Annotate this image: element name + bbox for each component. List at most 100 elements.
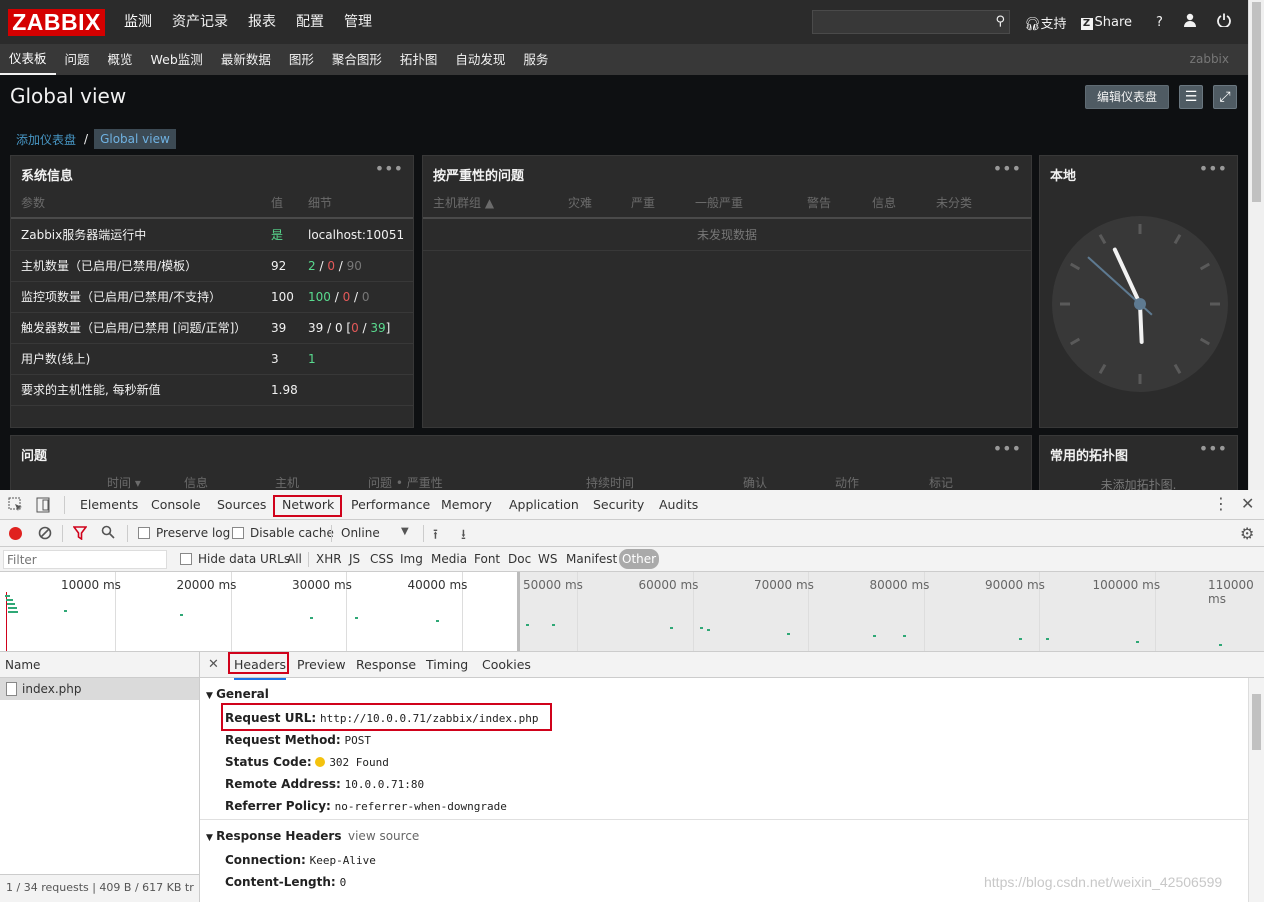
filter-type-js[interactable]: JS: [349, 552, 360, 566]
timeline-request-mark: [355, 617, 358, 619]
global-search-input[interactable]: ⚲: [812, 10, 1010, 34]
unsupported-count: 0: [361, 290, 370, 304]
throttle-select[interactable]: Online: [341, 526, 380, 540]
edit-dashboard-button[interactable]: 编辑仪表盘: [1085, 85, 1169, 109]
menu-reports[interactable]: 报表: [238, 0, 286, 44]
dropdown-arrow-icon[interactable]: ▼: [401, 526, 409, 537]
zabbix-logo[interactable]: ZABBIX: [8, 9, 105, 36]
inspect-element-icon[interactable]: [8, 497, 24, 516]
tab-console[interactable]: Console: [151, 490, 201, 520]
close-details-icon[interactable]: ✕: [208, 652, 219, 678]
scrollbar-thumb[interactable]: [1252, 2, 1261, 202]
fullscreen-icon[interactable]: ⤢: [1213, 85, 1237, 109]
enabled-count: 2: [308, 259, 316, 273]
name-column-header[interactable]: Name: [0, 652, 199, 678]
filter-type-font[interactable]: Font: [474, 552, 500, 566]
submenu-graphs[interactable]: 图形: [280, 44, 323, 75]
page-scrollbar[interactable]: [1248, 0, 1264, 490]
filter-type-ws[interactable]: WS: [538, 552, 557, 566]
filter-funnel-icon[interactable]: [72, 526, 88, 543]
request-name: index.php: [22, 682, 82, 696]
zabbix-frontend: ZABBIX 监测 资产记录 报表 配置 管理 ⚲ 🎧︎支持 Z Share ? …: [0, 0, 1248, 490]
tab-audits[interactable]: Audits: [659, 490, 698, 520]
tab-timing[interactable]: Timing: [426, 652, 468, 678]
help-link[interactable]: ?: [1156, 15, 1163, 30]
tab-security[interactable]: Security: [593, 490, 644, 520]
submenu-discovery[interactable]: 自动发现: [446, 44, 514, 75]
tab-application[interactable]: Application: [509, 490, 579, 520]
menu-hamburger-icon[interactable]: ☰: [1179, 85, 1203, 109]
view-source-link[interactable]: view source: [348, 829, 419, 843]
widget-options-icon[interactable]: •••: [1199, 439, 1227, 458]
general-section-toggle[interactable]: ▼ General: [206, 687, 269, 701]
response-headers-toggle[interactable]: ▼ Response Headers: [206, 829, 342, 843]
filter-type-manifest[interactable]: Manifest: [566, 552, 617, 566]
table-row: 要求的主机性能, 每秒新值 1.98: [11, 375, 413, 406]
share-link[interactable]: Z Share: [1080, 15, 1132, 30]
filter-type-all[interactable]: All: [287, 552, 302, 566]
more-options-icon[interactable]: ⋮: [1213, 496, 1229, 512]
timeline-range-handle[interactable]: [517, 572, 520, 651]
filter-type-xhr[interactable]: XHR: [316, 552, 342, 566]
details-scrollbar[interactable]: [1248, 678, 1264, 902]
problem-count: 0: [351, 321, 359, 335]
logout-icon[interactable]: [1217, 13, 1231, 31]
import-har-icon[interactable]: ⭱: [433, 524, 438, 548]
support-link[interactable]: 🎧︎支持: [1024, 13, 1067, 32]
submenu-latest-data[interactable]: 最新数据: [212, 44, 280, 75]
submenu-screens[interactable]: 聚合图形: [323, 44, 391, 75]
scrollbar-thumb[interactable]: [1252, 694, 1261, 750]
tab-elements[interactable]: Elements: [80, 490, 138, 520]
submenu-overview[interactable]: 概览: [99, 44, 142, 75]
filter-type-css[interactable]: CSS: [370, 552, 394, 566]
filter-input[interactable]: [3, 550, 167, 569]
tab-cookies[interactable]: Cookies: [482, 652, 531, 678]
menu-configuration[interactable]: 配置: [286, 0, 334, 44]
tab-response[interactable]: Response: [356, 652, 416, 678]
device-toolbar-icon[interactable]: [34, 496, 52, 517]
submenu-services[interactable]: 服务: [514, 44, 557, 75]
submenu-dashboard[interactable]: 仪表板: [0, 44, 56, 75]
menu-monitoring[interactable]: 监测: [114, 0, 162, 44]
widget-options-icon[interactable]: •••: [1199, 159, 1227, 178]
submenu-web[interactable]: Web监测: [142, 44, 212, 75]
tab-memory[interactable]: Memory: [441, 490, 492, 520]
widget-options-icon[interactable]: •••: [375, 159, 403, 178]
breadcrumb-current[interactable]: Global view: [94, 129, 176, 149]
record-icon[interactable]: [9, 527, 22, 540]
tab-preview[interactable]: Preview: [297, 652, 346, 678]
row-value: 39: [271, 321, 287, 335]
widget-options-icon[interactable]: •••: [993, 159, 1021, 178]
filter-type-other[interactable]: Other: [619, 549, 660, 569]
filter-type-img[interactable]: Img: [400, 552, 423, 566]
menu-administration[interactable]: 管理: [334, 0, 382, 44]
timeline-label: 50000 ms: [523, 578, 583, 592]
tab-sources[interactable]: Sources: [217, 490, 266, 520]
tab-performance[interactable]: Performance: [351, 490, 430, 520]
menu-inventory[interactable]: 资产记录: [162, 0, 238, 44]
preserve-log-checkbox[interactable]: [138, 527, 150, 539]
submenu-problems[interactable]: 问题: [56, 44, 99, 75]
timeline-load-marker: [6, 592, 7, 651]
breadcrumb-parent[interactable]: 添加仪表盘: [10, 131, 82, 148]
col-host-group[interactable]: 主机群组 ▲: [433, 188, 494, 219]
export-har-icon[interactable]: ⭳: [461, 524, 466, 548]
filter-type-media[interactable]: Media: [431, 552, 467, 566]
col-time[interactable]: 时间 ▾: [107, 468, 141, 490]
settings-gear-icon[interactable]: ⚙: [1240, 524, 1254, 543]
hide-data-urls-checkbox[interactable]: [180, 553, 192, 565]
row-value: 是: [271, 228, 284, 242]
trigger-prefix: 39 / 0 [: [308, 321, 352, 335]
submenu-maps[interactable]: 拓扑图: [391, 44, 447, 75]
search-icon[interactable]: ⚲: [995, 14, 1005, 29]
clear-icon[interactable]: [38, 526, 52, 543]
request-row-index-php[interactable]: index.php: [0, 678, 199, 700]
no-maps-text: 未添加拓扑图.: [1100, 478, 1177, 490]
filter-type-doc[interactable]: Doc: [508, 552, 531, 566]
close-devtools-icon[interactable]: ✕: [1241, 495, 1254, 513]
search-icon[interactable]: [101, 525, 115, 542]
network-timeline-overview[interactable]: 10000 ms 20000 ms 30000 ms 40000 ms 50000 ms…: [0, 572, 1264, 652]
user-profile-icon[interactable]: [1183, 13, 1197, 31]
disable-cache-checkbox[interactable]: [232, 527, 244, 539]
widget-options-icon[interactable]: •••: [993, 439, 1021, 458]
